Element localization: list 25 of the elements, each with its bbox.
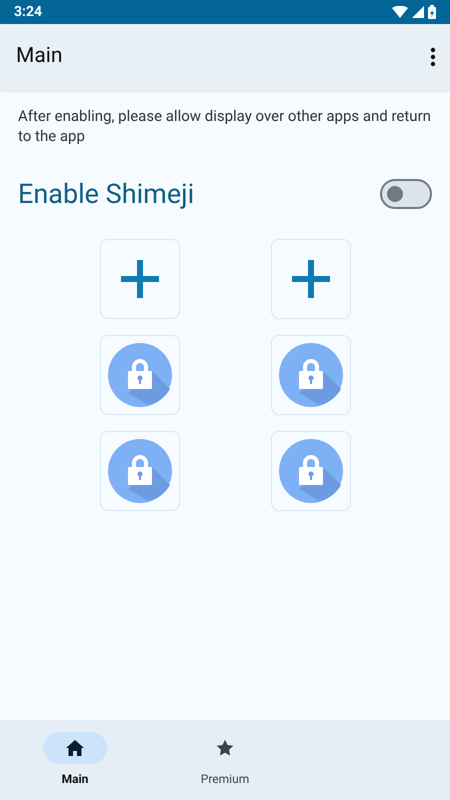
hint-text: After enabling, please allow display over other apps and return to the app <box>18 106 432 146</box>
locked-slot-button[interactable] <box>271 334 351 414</box>
locked-slot-button[interactable] <box>271 430 351 510</box>
lock-icon <box>279 438 343 502</box>
nav-tab[interactable]: Main <box>0 732 150 800</box>
lock-icon <box>108 342 172 406</box>
star-icon <box>216 739 234 757</box>
lock-icon <box>279 342 343 406</box>
enable-label: Enable Shimeji <box>18 177 194 212</box>
add-slot-button[interactable] <box>271 238 351 318</box>
status-time: 3:24 <box>14 2 42 22</box>
locked-slot-button[interactable] <box>100 334 180 414</box>
plus-icon <box>292 260 330 298</box>
enable-toggle[interactable] <box>380 179 432 210</box>
plus-icon <box>121 260 159 298</box>
app-bar-title: Main <box>16 43 62 70</box>
more-options-icon[interactable] <box>430 47 436 67</box>
signal-icon <box>412 6 424 18</box>
locked-slot-button[interactable] <box>100 430 180 510</box>
battery-icon <box>428 5 436 19</box>
add-slot-button[interactable] <box>100 238 180 318</box>
home-icon <box>66 740 84 756</box>
wifi-icon <box>392 6 408 18</box>
nav-tab[interactable]: Premium <box>150 732 300 800</box>
lock-icon <box>108 438 172 502</box>
